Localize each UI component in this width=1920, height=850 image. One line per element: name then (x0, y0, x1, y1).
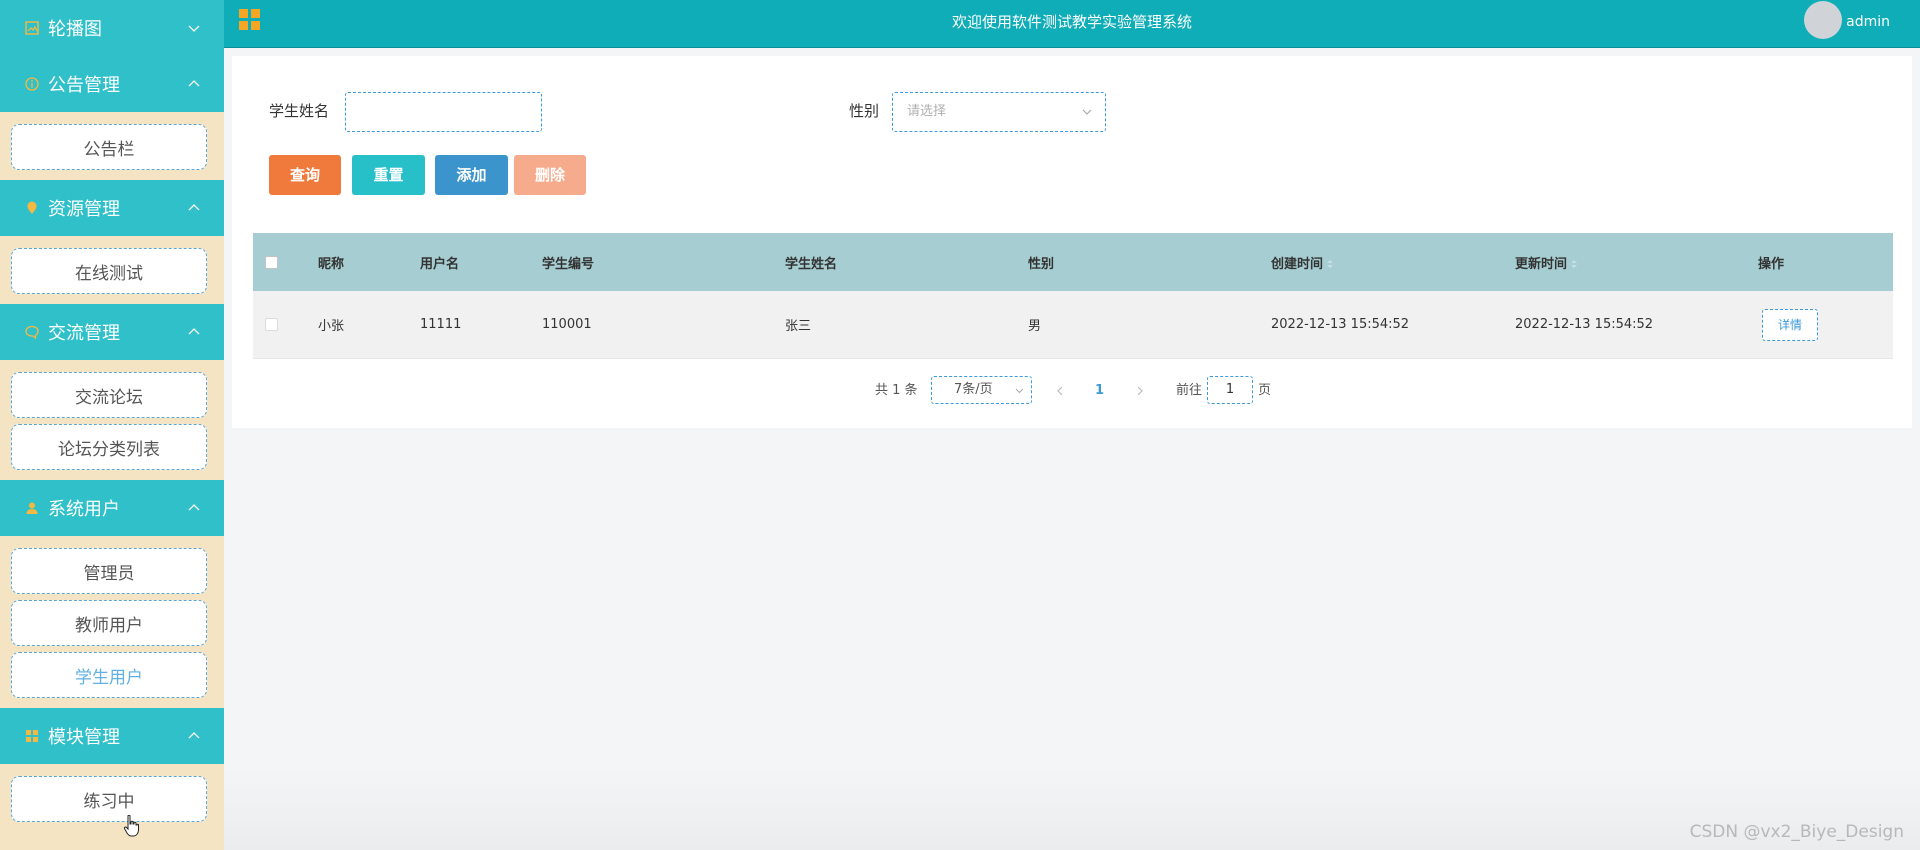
chevron-up-icon (188, 732, 200, 739)
menu-announcements[interactable]: 公告管理 (0, 56, 224, 112)
chevron-up-icon (188, 328, 200, 335)
bottom-area (224, 770, 1920, 850)
submenu-modules: 练习中 (0, 764, 224, 832)
chat-bubble-icon (24, 324, 40, 340)
chevron-down-icon (1015, 388, 1024, 394)
chevron-down-icon (188, 25, 200, 32)
col-actions: 操作 (1758, 256, 1785, 272)
total-count: 共 1 条 (875, 383, 918, 398)
col-updated-label: 更新时间 (1515, 256, 1568, 272)
sidebar-item-teachers[interactable]: 教师用户 (11, 600, 207, 646)
sort-icon (1571, 260, 1578, 268)
menu-system-users[interactable]: 系统用户 (0, 480, 224, 536)
col-username: 用户名 (420, 256, 460, 272)
sidebar-item-online-test[interactable]: 在线测试 (11, 248, 207, 294)
chevron-up-icon (188, 204, 200, 211)
goto-label: 前往 (1176, 383, 1203, 398)
next-page-icon[interactable] (1135, 386, 1144, 396)
cell-username: 11111 (420, 317, 462, 332)
goto-page-input[interactable]: 1 (1207, 376, 1253, 404)
sidebar-item-forum[interactable]: 交流论坛 (11, 372, 207, 418)
table-row: 小张 11111 110001 张三 男 2022-12-13 15:54:52… (253, 291, 1893, 359)
chevron-down-icon (1082, 109, 1092, 115)
reset-button[interactable]: 重置 (352, 155, 425, 195)
avatar[interactable] (1804, 1, 1842, 39)
col-nickname: 昵称 (318, 256, 345, 272)
col-student-name: 学生姓名 (785, 256, 838, 272)
chevron-up-icon (188, 80, 200, 87)
sidebar-item-students[interactable]: 学生用户 (11, 652, 207, 698)
menu-label: 资源管理 (48, 199, 120, 220)
select-all-checkbox[interactable] (265, 255, 278, 269)
delete-button[interactable]: 删除 (514, 155, 586, 195)
main-panel: 学生姓名 性别 请选择 查询 重置 添加 删除 昵称 用户名 学生编号 学生姓名… (232, 56, 1912, 428)
sidebar-item-forum-categories[interactable]: 论坛分类列表 (11, 424, 207, 470)
student-name-label: 学生姓名 (269, 102, 330, 120)
app-title: 欢迎使用软件测试教学实验管理系统 (951, 13, 1192, 31)
submenu-communication: 交流论坛 论坛分类列表 (0, 360, 224, 480)
table-header: 昵称 用户名 学生编号 学生姓名 性别 创建时间 更新时间 操作 (253, 233, 1893, 291)
cell-created: 2022-12-13 15:54:52 (1271, 317, 1410, 332)
sidebar-item-practice[interactable]: 练习中 (11, 776, 207, 822)
query-button[interactable]: 查询 (269, 155, 341, 195)
gender-placeholder: 请选择 (907, 104, 947, 119)
menu-modules[interactable]: 模块管理 (0, 708, 224, 764)
menu-communication[interactable]: 交流管理 (0, 304, 224, 360)
menu-carousel[interactable]: 轮播图 (0, 0, 224, 56)
pagination: 共 1 条 7条/页 1 前往 1 页 (232, 376, 1912, 406)
col-created-label: 创建时间 (1271, 256, 1324, 272)
sidebar-item-admins[interactable]: 管理员 (11, 548, 207, 594)
username[interactable]: admin (1846, 0, 1890, 44)
add-button[interactable]: 添加 (435, 155, 508, 195)
cell-student-name: 张三 (785, 319, 812, 334)
col-gender: 性别 (1028, 256, 1055, 272)
watermark: CSDN @vx2_Biye_Design (1689, 822, 1904, 842)
cell-student-no: 110001 (542, 317, 592, 332)
sidebar-item-bulletin-board[interactable]: 公告栏 (11, 124, 207, 170)
prev-page-icon[interactable] (1056, 386, 1065, 396)
menu-label: 轮播图 (48, 19, 102, 40)
menu-label: 公告管理 (48, 75, 120, 96)
menu-label: 系统用户 (48, 499, 120, 520)
page-suffix: 页 (1258, 383, 1272, 398)
chevron-up-icon (188, 504, 200, 511)
image-icon (24, 20, 40, 36)
submenu-announcements: 公告栏 (0, 112, 224, 180)
user-icon (24, 500, 40, 516)
cell-updated: 2022-12-13 15:54:52 (1515, 317, 1654, 332)
student-name-input[interactable] (345, 92, 542, 132)
detail-button[interactable]: 详情 (1762, 308, 1818, 341)
top-bar: 欢迎使用软件测试教学实验管理系统 admin (224, 0, 1920, 48)
current-page[interactable]: 1 (1095, 376, 1104, 406)
col-student-no: 学生编号 (542, 256, 595, 272)
page-size-select[interactable]: 7条/页 (931, 376, 1032, 404)
submenu-resources: 在线测试 (0, 236, 224, 304)
menu-resources[interactable]: 资源管理 (0, 180, 224, 236)
mouse-cursor-icon (123, 815, 139, 837)
col-updated[interactable]: 更新时间 (1515, 253, 1578, 272)
menu-label: 交流管理 (48, 323, 120, 344)
sort-icon (1327, 260, 1334, 268)
gender-select[interactable]: 请选择 (892, 92, 1106, 132)
student-table: 昵称 用户名 学生编号 学生姓名 性别 创建时间 更新时间 操作 小张 1111… (253, 233, 1893, 359)
row-checkbox[interactable] (265, 318, 278, 331)
page-size-value: 7条/页 (954, 382, 993, 397)
info-icon (24, 76, 40, 92)
sidebar: 轮播图 公告管理 公告栏 资源管理 在线测试 交流管理 交流论坛 论坛分类列表 (0, 0, 224, 850)
cell-gender: 男 (1028, 319, 1042, 334)
location-pin-icon (24, 200, 40, 216)
gender-label: 性别 (849, 102, 880, 120)
menu-label: 模块管理 (48, 727, 120, 748)
col-created[interactable]: 创建时间 (1271, 253, 1334, 272)
cell-nickname: 小张 (318, 319, 345, 334)
submenu-system-users: 管理员 教师用户 学生用户 (0, 536, 224, 708)
grid-icon (24, 728, 40, 744)
